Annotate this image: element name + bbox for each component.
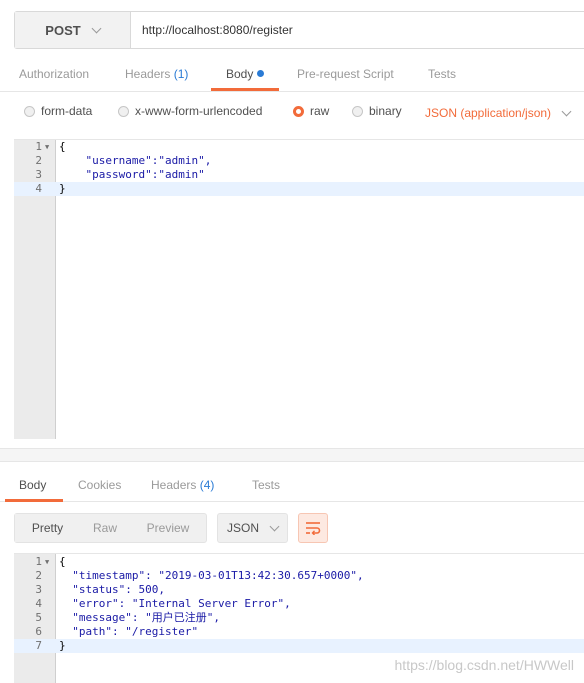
request-tabs: Authorization Headers (1) Body Pre-reque… [0,56,584,92]
tab-cookies[interactable]: Cookies [78,478,121,492]
tab-label: Body [19,478,47,492]
request-bar: POST http://localhost:8080/register [14,11,584,49]
tab-response-tests[interactable]: Tests [252,478,280,492]
code-line: 1 ▼ { [14,555,584,569]
code-text: "error": "Internal Server Error", [59,597,291,610]
watermark: https://blog.csdn.net/HWWell [394,657,574,673]
radio-label: binary [369,104,402,118]
wrap-icon [306,522,321,535]
code-line: 1 ▼ { [14,140,584,154]
tab-response-headers[interactable]: Headers (4) [151,478,214,492]
tab-label: Pre-request Script [297,67,394,81]
method-select[interactable]: POST [15,12,131,48]
code-text: "path": "/register" [59,625,199,638]
radio-label: raw [310,104,330,118]
code-text: { [59,140,66,153]
radio-circle-icon [118,105,129,117]
tab-tests[interactable]: Tests [428,67,456,81]
content-type-label: JSON (application/json) [425,106,552,120]
headers-count: (1) [173,67,189,81]
radio-circle-icon [352,105,363,117]
wrap-lines-button[interactable] [298,513,328,543]
fold-arrow-icon[interactable]: ▼ [45,140,49,154]
chevron-down-icon [269,521,280,531]
tab-label: Tests [252,478,281,492]
active-tab-indicator [211,88,279,91]
code-text: { [59,555,66,568]
radio-circle-icon [24,105,35,117]
tab-label: Tests [428,67,457,81]
code-line-current: 7} [14,639,584,653]
response-tabs: Body Cookies Headers (4) Tests [0,462,584,502]
headers-count: (4) [199,478,215,492]
code-line: 4 "error": "Internal Server Error", [14,597,584,611]
response-toolbar: Pretty Raw Preview JSON [14,513,328,543]
line-number: 5 [35,611,42,624]
radio-selected-icon [293,105,304,117]
modified-dot-icon [257,70,265,77]
tab-label: Body [226,67,254,81]
code-line: 3 "status": 500, [14,583,584,597]
code-line-current: 4} [14,182,584,196]
code-text: "status": 500, [59,583,165,596]
radio-x-www-form-urlencoded[interactable]: x-www-form-urlencoded [118,104,262,118]
line-number: 1 [35,140,42,153]
tab-headers[interactable]: Headers (1) [125,67,188,81]
chevron-down-icon [561,106,572,116]
tab-response-body[interactable]: Body [19,478,46,492]
line-number: 1 [35,555,42,568]
tab-label: Cookies [78,478,122,492]
tab-label: Headers [151,478,197,492]
format-label: JSON [226,521,259,535]
method-label: POST [45,22,81,38]
code-text: } [59,182,66,195]
body-type-row: form-data x-www-form-urlencoded raw bina… [0,100,584,124]
code-text: "timestamp": "2019-03-01T13:42:30.657+00… [59,569,364,582]
format-select[interactable]: JSON [217,513,288,543]
code-line: 5 "message": "用户已注册", [14,611,584,625]
request-body-editor[interactable]: 1 ▼ { 2 "username":"admin", 3 "password":"… [14,139,584,439]
code-line: 2 "timestamp": "2019-03-01T13:42:30.657+… [14,569,584,583]
view-mode-toggle: Pretty Raw Preview [14,513,207,543]
radio-form-data[interactable]: form-data [24,104,92,118]
view-pretty-button[interactable]: Pretty [15,514,80,542]
chevron-down-icon [91,23,102,33]
radio-raw[interactable]: raw [293,104,329,118]
radio-binary[interactable]: binary [352,104,402,118]
code-text: } [59,639,66,652]
radio-label: form-data [41,104,93,118]
code-line: 6 "path": "/register" [14,625,584,639]
line-number: 4 [35,597,42,610]
code-line: 2 "username":"admin", [14,154,584,168]
radio-label: x-www-form-urlencoded [135,104,263,118]
tab-authorization[interactable]: Authorization [19,67,89,81]
tab-pre-request-script[interactable]: Pre-request Script [297,67,394,81]
code-text: "message": "用户已注册", [59,611,220,624]
line-number: 2 [35,569,42,582]
url-input[interactable]: http://localhost:8080/register [131,12,584,48]
active-tab-indicator [5,499,63,502]
panel-divider[interactable] [0,448,584,462]
code-line: 3 "password":"admin" [14,168,584,182]
tab-body[interactable]: Body [226,67,265,81]
line-number: 7 [35,639,42,652]
tab-label: Headers [125,67,171,81]
fold-arrow-icon[interactable]: ▼ [45,555,49,569]
line-number: 3 [35,583,42,596]
line-number: 2 [35,154,42,167]
code-text: "username":"admin", [59,154,212,167]
view-raw-button[interactable]: Raw [80,514,130,542]
line-number: 6 [35,625,42,638]
content-type-select[interactable]: JSON (application/json) [425,106,572,120]
view-preview-button[interactable]: Preview [130,514,206,542]
line-number: 4 [35,182,42,195]
code-text: "password":"admin" [59,168,205,181]
line-number: 3 [35,168,42,181]
tab-label: Authorization [19,67,90,81]
